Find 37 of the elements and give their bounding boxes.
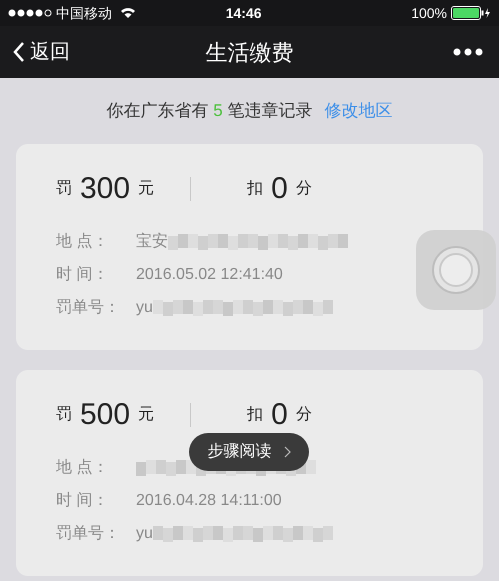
fine-unit: 元 <box>138 181 154 197</box>
battery-percent: 100% <box>411 4 447 22</box>
chevron-right-icon <box>284 446 290 458</box>
fine-unit: 元 <box>138 407 154 423</box>
field-value: yu <box>136 524 153 544</box>
circle-icon <box>431 245 481 295</box>
points-value: 0 <box>271 174 288 204</box>
back-button[interactable]: 返回 <box>12 37 70 67</box>
more-icon[interactable] <box>453 48 483 56</box>
field-label: 时 间： <box>56 491 110 511</box>
battery-icon <box>451 6 491 20</box>
field-value: 2016.04.28 14:11:00 <box>136 491 282 511</box>
page-title: 生活缴费 <box>206 38 294 66</box>
carrier-name: 中国移动 <box>56 4 112 22</box>
field-label: 罚单号： <box>56 298 121 318</box>
points-label: 扣 <box>247 407 264 423</box>
field-label: 时 间： <box>56 265 110 285</box>
field-value: yu <box>136 298 153 318</box>
clock: 14:46 <box>224 4 262 22</box>
field-label: 罚单号： <box>56 524 121 544</box>
fine-amount: 300 <box>80 174 130 204</box>
points-unit: 分 <box>296 407 312 423</box>
signal-icon <box>8 9 52 17</box>
summary-text: 你在广东省有 5 笔违章记录 <box>106 100 312 122</box>
points-label: 扣 <box>247 181 264 197</box>
points-unit: 分 <box>296 181 312 197</box>
field-value: 宝安 <box>136 232 168 252</box>
wifi-icon <box>120 7 136 19</box>
points-value: 0 <box>271 400 288 430</box>
fine-amount: 500 <box>80 400 130 430</box>
fine-label: 罚 <box>56 181 72 197</box>
field-label: 地 点： <box>56 232 110 252</box>
fine-label: 罚 <box>56 407 72 423</box>
back-chevron-icon <box>12 41 26 63</box>
field-label: 地 点： <box>56 458 110 478</box>
step-reading-toast[interactable]: 步骤阅读 <box>189 433 309 471</box>
field-value: 2016.05.02 12:41:40 <box>136 265 283 285</box>
